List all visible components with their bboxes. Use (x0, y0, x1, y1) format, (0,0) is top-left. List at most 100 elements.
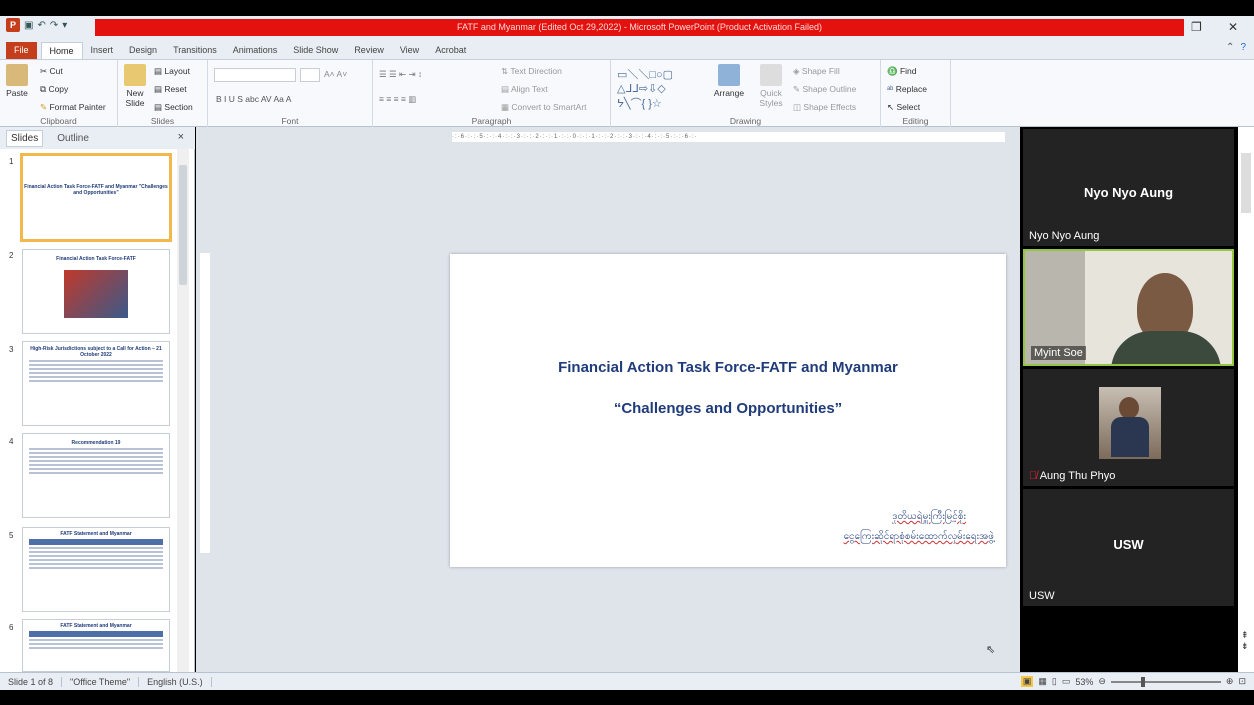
tab-slides[interactable]: Slides (6, 129, 44, 147)
tab-review[interactable]: Review (346, 42, 392, 59)
slide-thumbnail-1[interactable]: Financial Action Task Force-FATF and Mya… (20, 153, 172, 242)
tab-acrobat[interactable]: Acrobat (427, 42, 474, 59)
clipboard-group: Paste ✂ Cut ⧉ Copy ✎ Format Painter Clip… (0, 60, 118, 128)
slide-thumbnail-2[interactable]: Financial Action Task Force-FATF (22, 249, 170, 334)
scroll-thumb[interactable] (1241, 153, 1251, 213)
slide-thumbnail-6[interactable]: FATF Statement and Myanmar (22, 619, 170, 672)
replace-button[interactable]: ᵃᵇ Replace (887, 84, 927, 94)
tab-file[interactable]: File (6, 42, 37, 59)
close-window-icon[interactable]: ✕ (1228, 20, 1238, 34)
format-painter-button[interactable]: ✎ Format Painter (40, 102, 106, 113)
editing-group: ♎ Find ᵃᵇ Replace ↖ Select Editing (881, 60, 951, 128)
effects-icon: ◫ (793, 102, 804, 112)
section-button[interactable]: ▤ Section (154, 102, 193, 113)
normal-view-icon[interactable]: ▣ (1020, 676, 1034, 687)
participant-display-name: Nyo Nyo Aung (1083, 185, 1174, 200)
font-size-combo[interactable] (300, 68, 320, 82)
help-icon[interactable]: ? (1240, 42, 1246, 53)
participant-tile[interactable]: 🎙̸ Aung Thu Phyo (1023, 369, 1234, 486)
align-icons[interactable]: ≡ ≡ ≡ ≡ ▥ (379, 94, 416, 105)
participant-tile-active-speaker[interactable]: Myint Soe (1023, 249, 1234, 366)
tab-insert[interactable]: Insert (83, 42, 122, 59)
zoom-in-icon[interactable]: ⊕ (1226, 676, 1234, 687)
current-slide[interactable]: Financial Action Task Force-FATF and Mya… (450, 254, 1006, 567)
zoom-out-icon[interactable]: ⊖ (1098, 676, 1106, 687)
close-pane-icon[interactable]: × (178, 131, 184, 143)
redo-icon[interactable]: ↷ (50, 20, 58, 31)
shape-outline-button[interactable]: ✎ Shape Outline (793, 84, 856, 95)
clipboard-label: Clipboard (40, 116, 77, 126)
thumb-title: Financial Action Task Force-FATF (56, 256, 136, 262)
quick-styles-button[interactable]: Quick Styles (753, 64, 789, 108)
tab-transitions[interactable]: Transitions (165, 42, 225, 59)
shape-fill-button[interactable]: ◈ Shape Fill (793, 66, 840, 77)
find-button[interactable]: ♎ Find (887, 66, 917, 77)
reset-button[interactable]: ▤ Reset (154, 84, 187, 95)
shapes-gallery[interactable]: ▭＼＼□○▢ △ᒧᒧ⇨⇩◇ ᔭ╲⌒{ }☆ (617, 66, 673, 111)
thumb-number: 1 (9, 157, 14, 166)
section-icon: ▤ (154, 102, 165, 112)
vertical-scrollbar[interactable]: ⇞ ⇟ (1238, 127, 1254, 672)
restore-icon[interactable]: ❐ (1191, 20, 1202, 34)
theme-name[interactable]: "Office Theme" (62, 676, 140, 687)
slide-sorter-icon[interactable]: ▦ (1038, 676, 1047, 687)
tab-design[interactable]: Design (121, 42, 165, 59)
bottom-black-band (0, 690, 1254, 705)
scroll-thumb[interactable] (179, 165, 187, 285)
thumb-number: 4 (9, 437, 14, 446)
arrange-button[interactable]: Arrange (711, 64, 747, 98)
slide-canvas: ·:·6·:·:·5·:·:·4·:·:·3·:·:·2·:·:·1·:·:·0… (196, 127, 1020, 672)
slide-thumbnail-4[interactable]: Recommendation 19 (22, 433, 170, 518)
font-name-combo[interactable] (214, 68, 296, 82)
binoculars-icon: ♎ (887, 66, 900, 76)
powerpoint-logo-icon: P (6, 18, 20, 32)
reading-view-icon[interactable]: ▯ (1052, 676, 1057, 687)
grow-font-icon[interactable]: A˄ A˅ (324, 69, 347, 79)
layout-button[interactable]: ▤ Layout (154, 66, 190, 77)
vertical-ruler (200, 253, 210, 553)
help-area: ⌃ ? (1226, 42, 1246, 53)
tab-outline[interactable]: Outline (53, 131, 93, 146)
text-direction-button[interactable]: ⇅ Text Direction (501, 66, 562, 77)
status-bar: Slide 1 of 8 "Office Theme" English (U.S… (0, 672, 1254, 690)
paste-button[interactable]: Paste (4, 64, 30, 98)
bullets-icon[interactable]: ☰ ☰ ⇤ ⇥ ↕ (379, 69, 422, 80)
paste-icon (6, 64, 28, 86)
align-text-button[interactable]: ▤ Align Text (501, 84, 548, 95)
select-button[interactable]: ↖ Select (887, 102, 920, 113)
thumb-title: Recommendation 19 (71, 440, 121, 446)
slide-thumbnail-5[interactable]: FATF Statement and Myanmar (22, 527, 170, 612)
minimize-ribbon-icon[interactable]: ⌃ (1226, 42, 1234, 53)
cut-button[interactable]: ✂ Cut (40, 66, 63, 77)
slides-group: New Slide ▤ Layout ▤ Reset ▤ Section Sli… (118, 60, 208, 128)
save-icon[interactable]: ▣ (24, 20, 33, 31)
tab-home[interactable]: Home (40, 42, 83, 59)
language-indicator[interactable]: English (U.S.) (139, 676, 212, 687)
slide-thumbnail-3[interactable]: High-Risk Jurisdictions subject to a Cal… (22, 341, 170, 426)
shape-effects-button[interactable]: ◫ Shape Effects (793, 102, 856, 113)
customize-qat-icon[interactable]: ▾ (62, 20, 67, 31)
tab-animations[interactable]: Animations (225, 42, 286, 59)
zoom-slider[interactable] (1110, 676, 1221, 687)
pane-scrollbar[interactable] (177, 149, 189, 672)
slideshow-icon[interactable]: ▭ (1062, 676, 1071, 687)
thumb-title: Financial Action Task Force-FATF and Mya… (24, 184, 168, 196)
convert-smartart-button[interactable]: ▦ Convert to SmartArt (501, 102, 587, 113)
prev-next-slide-icon[interactable]: ⇞ ⇟ (1241, 630, 1249, 652)
participant-tile[interactable]: USW USW (1023, 489, 1234, 606)
tab-slide-show[interactable]: Slide Show (285, 42, 346, 59)
participant-label: Nyo Nyo Aung (1029, 230, 1100, 242)
participant-tile[interactable]: Nyo Nyo Aung Nyo Nyo Aung (1023, 129, 1234, 246)
undo-icon[interactable]: ↶ (37, 20, 45, 31)
zoom-level[interactable]: 53% (1075, 677, 1093, 687)
quick-styles-icon (760, 64, 782, 86)
copy-button[interactable]: ⧉ Copy (40, 84, 68, 95)
fit-to-window-icon[interactable]: ⊡ (1238, 676, 1246, 687)
align-text-icon: ▤ (501, 84, 511, 94)
quick-access-toolbar: P ▣ ↶ ↷ ▾ (6, 18, 67, 32)
new-slide-button[interactable]: New Slide (120, 64, 150, 108)
tab-view[interactable]: View (392, 42, 427, 59)
layout-icon: ▤ (154, 66, 165, 76)
font-format-buttons[interactable]: B I U S abc AV Aa A (216, 94, 291, 104)
drawing-group: ▭＼＼□○▢ △ᒧᒧ⇨⇩◇ ᔭ╲⌒{ }☆ Arrange Quick Styles… (611, 60, 881, 128)
